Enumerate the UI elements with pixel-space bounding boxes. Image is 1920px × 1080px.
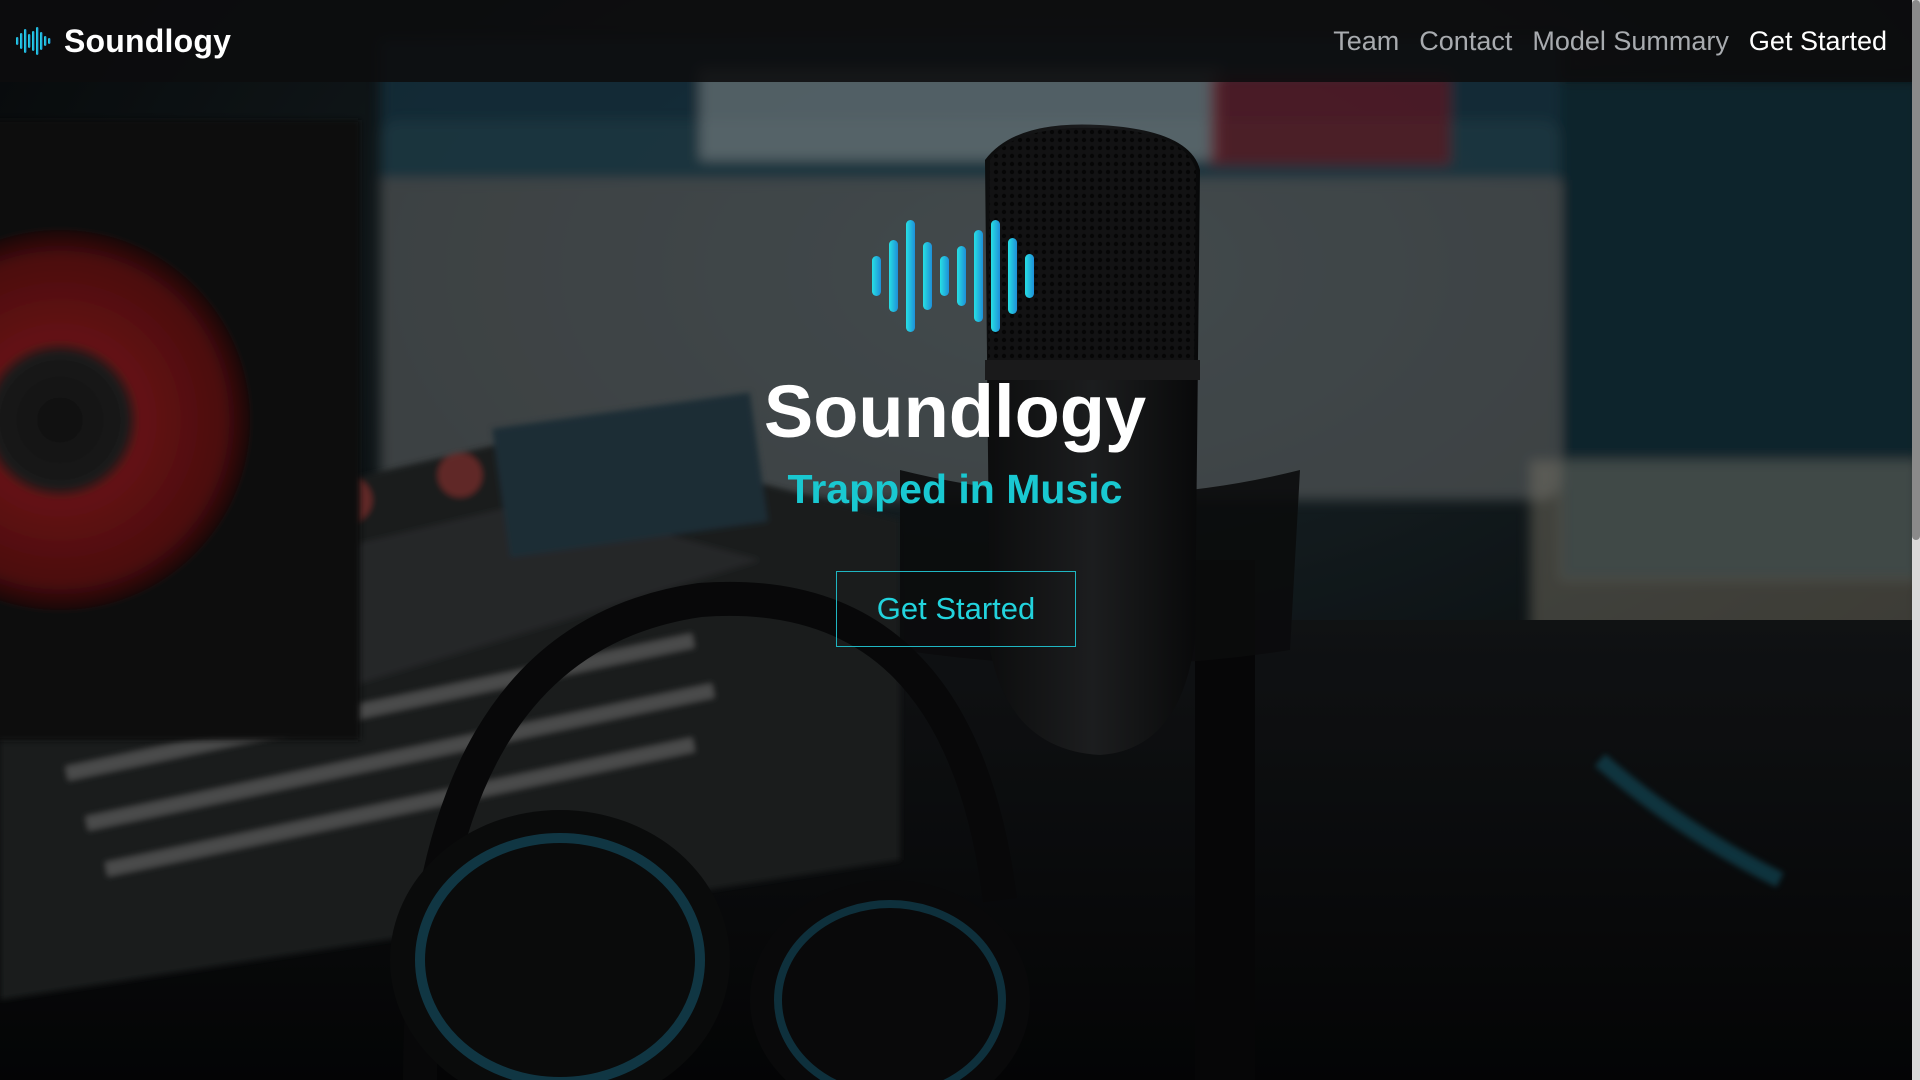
nav-link-model-summary[interactable]: Model Summary xyxy=(1522,26,1739,57)
nav-link-team[interactable]: Team xyxy=(1323,26,1409,57)
brand-name: Soundlogy xyxy=(64,22,232,59)
hero-section: Soundlogy Trapped in Music Get Started xyxy=(0,0,1920,1080)
page: Soundlogy Team Contact Model Summary Get… xyxy=(0,0,1920,1080)
navbar: Soundlogy Team Contact Model Summary Get… xyxy=(0,0,1920,82)
sound-wave-icon xyxy=(872,220,1034,332)
hero-tagline: Trapped in Music xyxy=(787,466,1123,512)
nav-link-contact[interactable]: Contact xyxy=(1409,26,1522,57)
scrollbar-thumb[interactable] xyxy=(1912,0,1920,540)
brand-link[interactable]: Soundlogy xyxy=(16,23,231,60)
sound-wave-icon xyxy=(16,27,51,55)
get-started-button[interactable]: Get Started xyxy=(836,571,1076,647)
hero-title: Soundlogy xyxy=(763,370,1147,453)
page-scrollbar[interactable] xyxy=(1912,0,1920,1080)
nav-link-get-started[interactable]: Get Started xyxy=(1739,26,1887,57)
nav-links: Team Contact Model Summary Get Started xyxy=(1323,26,1887,57)
